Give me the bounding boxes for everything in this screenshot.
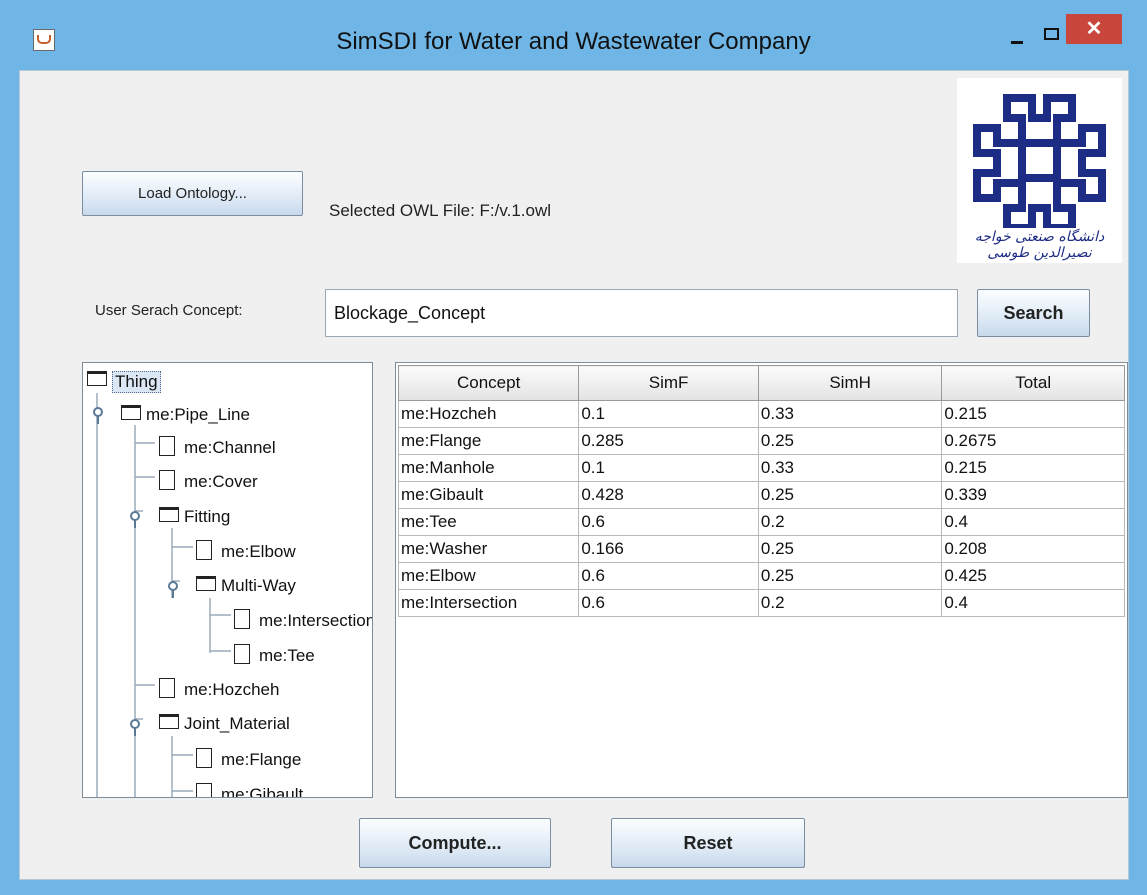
folder-icon bbox=[121, 405, 141, 420]
selected-owl-file-label: Selected OWL File: F:/v.1.owl bbox=[329, 201, 552, 220]
tree-node-label: me:Intersection bbox=[259, 611, 373, 630]
collapse-toggle-icon[interactable] bbox=[130, 719, 140, 736]
title-bar: SimSDI for Water and Wastewater Company … bbox=[0, 0, 1147, 70]
table-cell: 0.6 bbox=[578, 508, 759, 536]
table-cell: 0.215 bbox=[941, 454, 1125, 482]
column-header-concept[interactable]: Concept bbox=[397, 365, 580, 401]
tree-node-label: Fitting bbox=[184, 507, 231, 526]
file-icon bbox=[234, 644, 250, 664]
table-cell: me:Tee bbox=[397, 508, 580, 536]
table-cell: 0.25 bbox=[757, 535, 943, 563]
table-cell: 0.1 bbox=[578, 454, 759, 482]
logo-caption: دانشگاه صنعتی خواجه نصیرالدین طوسی bbox=[974, 229, 1105, 261]
file-icon bbox=[159, 436, 175, 456]
column-header-simh[interactable]: SimH bbox=[757, 365, 943, 401]
table-header-row: Concept SimF SimH Total bbox=[397, 365, 1125, 401]
folder-icon bbox=[87, 371, 107, 386]
column-header-total[interactable]: Total bbox=[941, 365, 1125, 401]
table-row[interactable]: me:Washer 0.166 0.25 0.208 bbox=[397, 535, 1125, 563]
collapse-toggle-icon[interactable] bbox=[168, 581, 178, 598]
window-title: SimSDI for Water and Wastewater Company bbox=[336, 28, 811, 55]
table-row[interactable]: me:Manhole 0.1 0.33 0.215 bbox=[397, 454, 1125, 482]
collapse-toggle-icon[interactable] bbox=[93, 407, 103, 424]
table-cell: 0.2675 bbox=[941, 427, 1125, 455]
search-button[interactable]: Search bbox=[977, 289, 1090, 337]
table-cell: 0.428 bbox=[578, 481, 759, 509]
main-panel: Load Ontology... Selected OWL File: F:/v… bbox=[19, 70, 1129, 880]
table-row[interactable]: me:Intersection 0.6 0.2 0.4 bbox=[397, 589, 1125, 617]
table-cell: 0.33 bbox=[757, 400, 943, 428]
table-cell: 0.166 bbox=[578, 535, 759, 563]
ontology-tree[interactable]: Thing me:Pipe_Line me:Channel me:Cover F… bbox=[82, 362, 373, 798]
collapse-toggle-icon[interactable] bbox=[130, 511, 140, 528]
search-label: User Serach Concept: bbox=[95, 302, 243, 319]
folder-icon bbox=[159, 507, 179, 522]
tree-node-label: me:Elbow bbox=[221, 542, 296, 561]
table-cell: 0.425 bbox=[941, 562, 1125, 590]
table-cell: 0.33 bbox=[757, 454, 943, 482]
column-header-simf[interactable]: SimF bbox=[578, 365, 759, 401]
tree-node-label: Joint_Material bbox=[184, 714, 290, 733]
folder-icon bbox=[159, 714, 179, 729]
table-row[interactable]: me:Hozcheh 0.1 0.33 0.215 bbox=[397, 400, 1125, 428]
file-icon bbox=[234, 609, 250, 629]
table-row[interactable]: me:Gibault 0.428 0.25 0.339 bbox=[397, 481, 1125, 509]
results-table-panel: Concept SimF SimH Total me:Hozcheh 0.1 0.3… bbox=[395, 362, 1128, 798]
results-table: Concept SimF SimH Total me:Hozcheh 0.1 0.3… bbox=[397, 365, 1125, 617]
table-cell: me:Flange bbox=[397, 427, 580, 455]
table-cell: 0.2 bbox=[757, 508, 943, 536]
close-button[interactable]: ✕ bbox=[1066, 14, 1122, 44]
file-icon bbox=[196, 540, 212, 560]
tree-node-label: Multi-Way bbox=[221, 576, 296, 595]
table-cell: 0.4 bbox=[941, 508, 1125, 536]
file-icon bbox=[159, 678, 175, 698]
tree-node-label: me:Channel bbox=[184, 438, 276, 457]
table-row[interactable]: me:Flange 0.285 0.25 0.2675 bbox=[397, 427, 1125, 455]
tree-node-label: me:Flange bbox=[221, 750, 302, 769]
table-row[interactable]: me:Tee 0.6 0.2 0.4 bbox=[397, 508, 1125, 536]
logo-knot-icon bbox=[973, 94, 1106, 232]
table-cell: 0.25 bbox=[757, 481, 943, 509]
table-cell: me:Intersection bbox=[397, 589, 580, 617]
tree-node-label: Thing bbox=[112, 371, 161, 393]
table-cell: 0.208 bbox=[941, 535, 1125, 563]
table-cell: me:Elbow bbox=[397, 562, 580, 590]
table-cell: me:Hozcheh bbox=[397, 400, 580, 428]
university-logo: دانشگاه صنعتی خواجه نصیرالدین طوسی bbox=[957, 78, 1122, 263]
reset-button[interactable]: Reset bbox=[611, 818, 805, 868]
file-icon bbox=[196, 748, 212, 768]
tree-node-label: me:Gibault bbox=[221, 785, 304, 798]
table-cell: me:Manhole bbox=[397, 454, 580, 482]
folder-icon bbox=[196, 576, 216, 591]
table-cell: 0.6 bbox=[578, 589, 759, 617]
table-cell: 0.1 bbox=[578, 400, 759, 428]
tree-node-label: me:Cover bbox=[184, 472, 258, 491]
table-cell: me:Gibault bbox=[397, 481, 580, 509]
table-cell: 0.4 bbox=[941, 589, 1125, 617]
file-icon bbox=[159, 470, 175, 490]
table-cell: 0.25 bbox=[757, 562, 943, 590]
table-cell: me:Washer bbox=[397, 535, 580, 563]
app-window: SimSDI for Water and Wastewater Company … bbox=[0, 0, 1147, 895]
tree-node-label: me:Pipe_Line bbox=[146, 405, 250, 424]
compute-button[interactable]: Compute... bbox=[359, 818, 551, 868]
tree-node-label: me:Hozcheh bbox=[184, 680, 280, 699]
table-cell: 0.6 bbox=[578, 562, 759, 590]
search-input[interactable]: Blockage_Concept bbox=[325, 289, 958, 337]
tree-node-label: me:Tee bbox=[259, 646, 315, 665]
load-ontology-button[interactable]: Load Ontology... bbox=[82, 171, 303, 216]
table-cell: 0.215 bbox=[941, 400, 1125, 428]
table-row[interactable]: me:Elbow 0.6 0.25 0.425 bbox=[397, 562, 1125, 590]
table-cell: 0.25 bbox=[757, 427, 943, 455]
table-cell: 0.285 bbox=[578, 427, 759, 455]
file-icon bbox=[196, 783, 212, 797]
table-cell: 0.339 bbox=[941, 481, 1125, 509]
table-cell: 0.2 bbox=[757, 589, 943, 617]
